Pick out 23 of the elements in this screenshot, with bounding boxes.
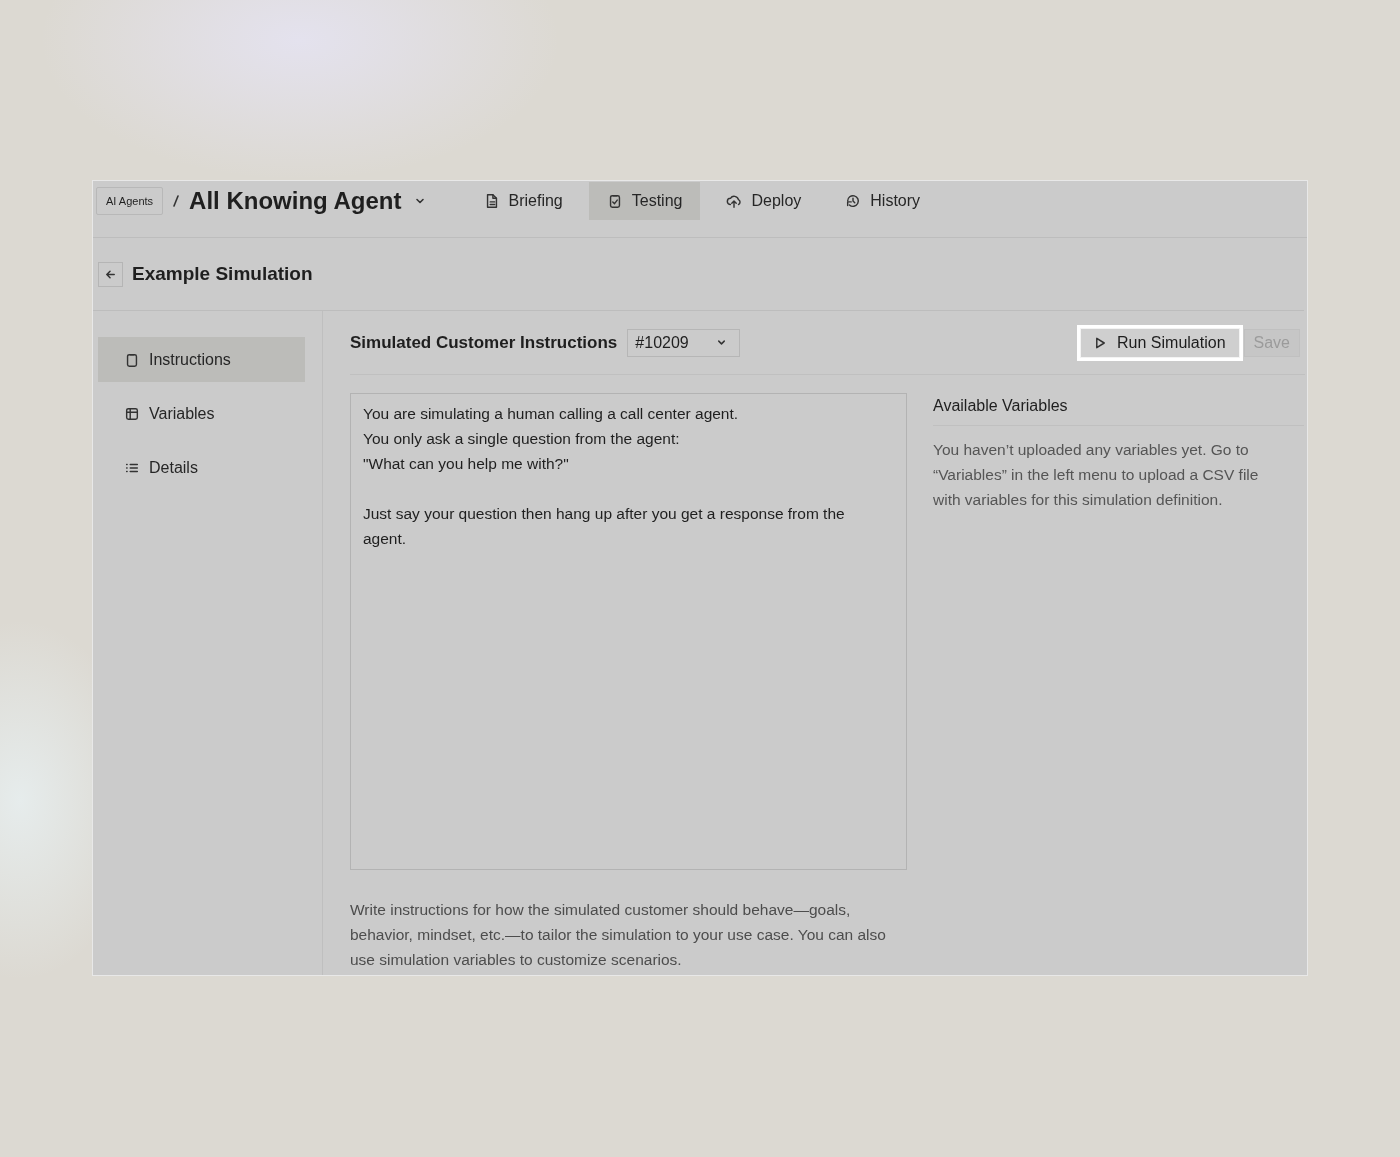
help-text: Write instructions for how the simulated customer should behave—goals, behavior, mindset, etc.—to tailor the simulation to your use case. You can also use simulation variables to customize scenarios. [350,900,887,970]
page-title: Example Simulation [132,263,313,285]
version-dropdown[interactable]: #10209 [627,328,741,357]
nav-tab[interactable]: Briefing [465,181,581,220]
instructions-field[interactable]: You are simulating a human calling a call center agent. You only ask a single question from the agent: "What can you help me with?" Just say your question then hang up after you get a response from the agent. [350,393,907,870]
table-icon [124,405,140,422]
history-icon [845,192,862,209]
back-button[interactable] [98,261,123,287]
nav-tab[interactable]: History [827,181,939,220]
clipboard-icon [124,351,140,368]
play-icon [1094,335,1108,350]
chevron-down-icon [716,337,728,348]
panel-title: Available Variables [933,393,1304,426]
sidebar-item[interactable]: Instructions [98,337,305,382]
sidebar-item[interactable]: Details [98,445,305,490]
section-label: Simulated Customer Instructions [350,332,618,353]
breadcrumb-link[interactable]: AI Agents [96,186,164,215]
nav-tab[interactable]: Testing [588,181,701,220]
nav-tab[interactable]: Deploy [708,181,820,220]
sidebar-item[interactable]: Variables [98,391,305,436]
empty-message: You haven’t uploaded any variables yet. Go to “Variables” in the left menu to upload a CSV file with variables for this simulation definition. [933,440,1260,510]
breadcrumb-separator [173,194,180,207]
agent-name: All Knowing Agent [189,186,402,215]
